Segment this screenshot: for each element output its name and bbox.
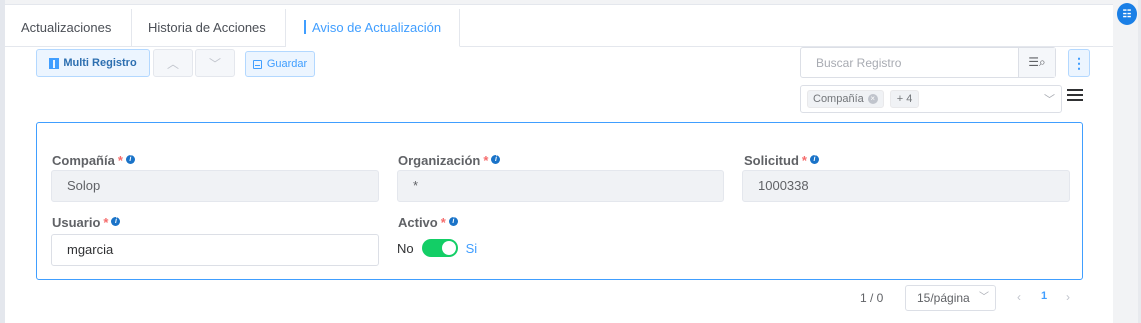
search-button[interactable]: ☰⌕	[1018, 48, 1055, 77]
chevron-down-icon: ﹀	[1044, 94, 1055, 106]
required-mark: *	[117, 153, 123, 168]
save-button[interactable]: Guardar	[245, 51, 315, 77]
filter-chip-company: Compañía ×	[807, 90, 884, 108]
request-field: 1000338	[742, 170, 1070, 202]
search-list-icon: ☰⌕	[1028, 55, 1046, 69]
filter-chip-label: Compañía	[813, 93, 864, 105]
more-vertical-icon: ⋮	[1072, 54, 1086, 71]
switch-on-label: Si	[465, 240, 478, 256]
info-icon[interactable]: i	[125, 155, 135, 164]
chevron-down-icon: ﹀	[208, 56, 221, 71]
multi-record-label: Multi Registro	[63, 57, 137, 69]
list-icon[interactable]	[1067, 89, 1083, 103]
save-icon	[252, 59, 262, 69]
main-panel: Actualizaciones Historia de Acciones Avi…	[5, 4, 1113, 323]
panel-toggle-icon[interactable]: ☷	[1117, 3, 1137, 25]
save-label: Guardar	[266, 58, 308, 70]
organization-label: Organización * i	[398, 153, 501, 168]
tab-aviso-actualizacion-label: Aviso de Actualización	[312, 20, 442, 35]
info-icon[interactable]: i	[448, 217, 458, 226]
required-mark: *	[103, 215, 109, 230]
filter-select[interactable]: Compañía × + 4 ﹀	[800, 85, 1062, 113]
next-record-button[interactable]: ﹀	[195, 49, 235, 77]
tab-actualizaciones[interactable]: Actualizaciones	[5, 9, 132, 47]
more-options-button[interactable]: ⋮	[1068, 49, 1090, 77]
chevron-up-icon: ︿	[166, 56, 179, 71]
chevron-down-icon: ﹀	[979, 292, 989, 303]
tab-bar: Actualizaciones Historia de Acciones Avi…	[5, 9, 1113, 47]
page-number[interactable]: 1	[1041, 290, 1047, 302]
page-size-select[interactable]: 15/página ﹀	[905, 285, 996, 311]
required-mark: *	[801, 153, 807, 168]
active-toggle[interactable]	[421, 239, 458, 257]
page-size-value: 15/página	[917, 291, 970, 305]
required-mark: *	[483, 153, 489, 168]
active-label: Activo * i	[398, 215, 458, 230]
company-field: Solop	[51, 170, 379, 202]
info-icon[interactable]: i	[491, 155, 501, 164]
active-switch-row: No Si	[397, 239, 477, 257]
grid-icon	[49, 57, 60, 69]
active-tab-indicator	[304, 20, 306, 34]
request-label: Solicitud * i	[744, 153, 819, 168]
search-box: ☰⌕	[800, 47, 1056, 78]
next-page-button[interactable]: ›	[1066, 290, 1070, 304]
info-icon[interactable]: i	[111, 217, 121, 226]
user-field[interactable]: mgarcia	[51, 234, 379, 266]
previous-page-button[interactable]: ‹	[1017, 290, 1021, 304]
company-label: Compañía * i	[52, 153, 135, 168]
tab-aviso-actualizacion[interactable]: Aviso de Actualización	[286, 9, 460, 47]
organization-field: *	[397, 170, 724, 202]
pagination: 1 / 0 15/página ﹀ ‹ 1 ›	[5, 285, 1113, 311]
switch-off-label: No	[397, 240, 414, 256]
multi-record-button[interactable]: Multi Registro	[36, 49, 150, 77]
form-card: Compañía * i Solop Organización * i * Solici…	[36, 122, 1083, 280]
required-mark: *	[440, 215, 446, 230]
search-input[interactable]	[801, 48, 1011, 77]
record-count: 1 / 0	[860, 291, 884, 305]
previous-record-button[interactable]: ︿	[153, 49, 193, 77]
chip-close-icon[interactable]: ×	[867, 94, 878, 104]
filter-extra-count: + 4	[889, 90, 920, 108]
tab-historia-acciones[interactable]: Historia de Acciones	[132, 9, 286, 47]
info-icon[interactable]: i	[809, 155, 819, 164]
user-label: Usuario * i	[52, 215, 121, 230]
